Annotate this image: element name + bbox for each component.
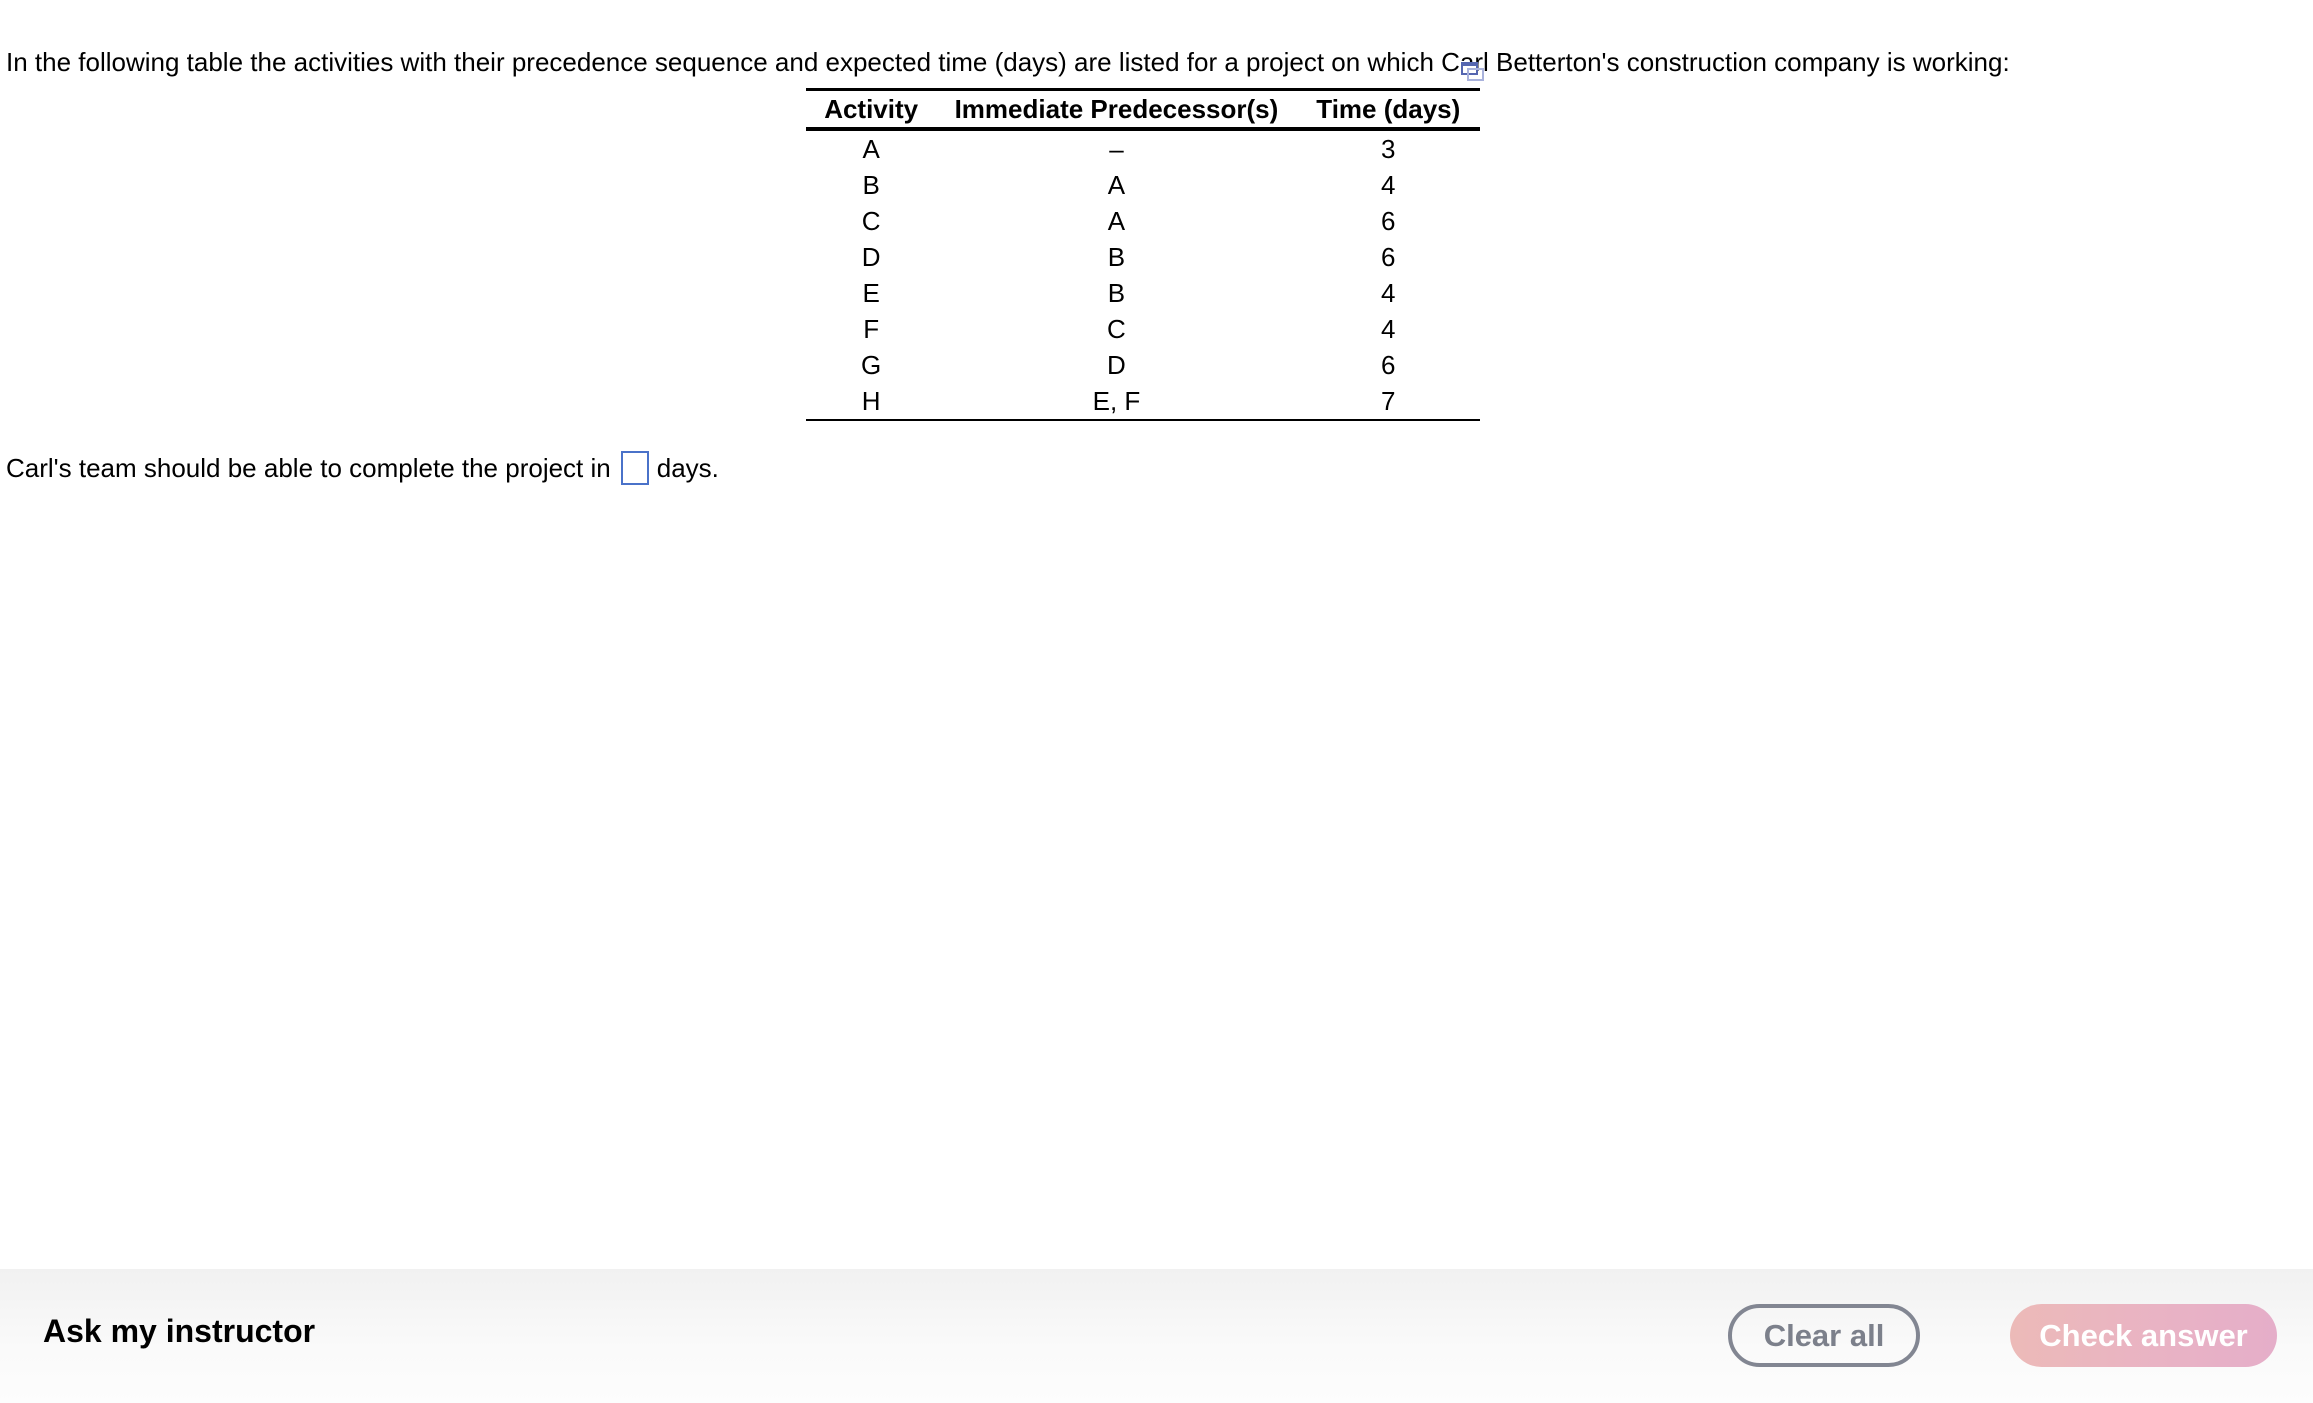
- cell-time: 3: [1381, 134, 1396, 164]
- answer-prefix: Carl's team should be able to complete t…: [6, 453, 611, 483]
- cell-time: 4: [1381, 278, 1396, 308]
- cell-activity: A: [862, 134, 880, 164]
- table-row: B A 4: [806, 167, 1480, 203]
- cell-activity: D: [861, 242, 881, 272]
- cell-time: 4: [1381, 170, 1396, 200]
- table-row: G D 6: [806, 347, 1480, 383]
- cell-activity: H: [806, 383, 937, 421]
- cell-predecessors: E, F: [936, 383, 1297, 421]
- expand-window-icon[interactable]: [1460, 60, 1486, 82]
- activity-table: Activity Immediate Predecessor(s) Time (…: [806, 88, 1480, 421]
- cell-predecessors: D: [1107, 350, 1126, 380]
- cell-time: 6: [1381, 242, 1396, 272]
- table-row: E B 4: [806, 275, 1480, 311]
- table-row: H E, F 7: [806, 383, 1480, 421]
- ask-instructor-link[interactable]: Ask my instructor: [43, 1313, 315, 1350]
- table-row: C A 6: [806, 203, 1480, 239]
- cell-activity: E: [862, 278, 880, 308]
- check-answer-button[interactable]: Check answer: [2010, 1304, 2277, 1367]
- table-row: D B 6: [806, 239, 1480, 275]
- cell-time: 6: [1381, 350, 1396, 380]
- cell-predecessors: C: [1107, 314, 1126, 344]
- table-row: F C 4: [806, 311, 1480, 347]
- header-predecessors: Immediate Predecessor(s): [936, 88, 1297, 131]
- clear-all-button[interactable]: Clear all: [1728, 1304, 1920, 1367]
- cell-activity: B: [862, 170, 880, 200]
- cell-predecessors: A: [1107, 206, 1126, 236]
- footer-bar: Ask my instructor Clear all Check answer: [0, 1269, 2313, 1403]
- question-intro: In the following table the activities wi…: [6, 47, 2010, 77]
- cell-predecessors: B: [1107, 242, 1126, 272]
- header-time: Time (days): [1296, 88, 1480, 131]
- table-row: A – 3: [806, 129, 1480, 167]
- cell-predecessors: A: [1107, 170, 1126, 200]
- cell-activity: G: [861, 350, 882, 380]
- header-activity: Activity: [806, 88, 937, 131]
- cell-time: 4: [1381, 314, 1396, 344]
- answer-sentence: Carl's team should be able to complete t…: [6, 450, 719, 486]
- cell-time: 7: [1296, 383, 1480, 421]
- cell-time: 6: [1381, 206, 1396, 236]
- project-days-input[interactable]: [620, 451, 649, 485]
- cell-predecessors: –: [1109, 134, 1124, 164]
- answer-suffix: days.: [656, 453, 719, 483]
- cell-predecessors: B: [1107, 278, 1126, 308]
- table-header-row: Activity Immediate Predecessor(s) Time (…: [806, 88, 1480, 131]
- cell-activity: C: [861, 206, 881, 236]
- cell-activity: F: [863, 314, 880, 344]
